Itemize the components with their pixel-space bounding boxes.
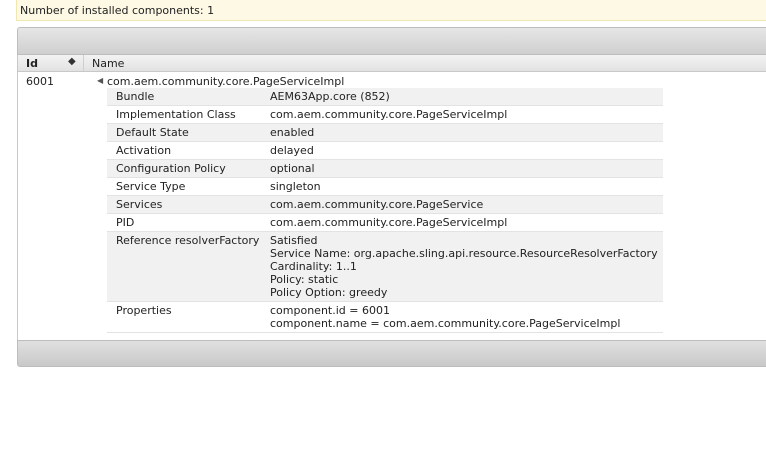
detail-row: Default State enabled — [107, 123, 663, 142]
detail-row: Reference resolverFactory Satisfied Servic… — [107, 231, 663, 302]
detail-value: singleton — [261, 177, 663, 196]
detail-value: com.aem.community.core.PageService — [261, 195, 663, 214]
detail-value-line: com.aem.community.core.PageService — [270, 198, 484, 211]
expand-arrow-icon[interactable]: ◀ — [97, 76, 103, 85]
component-id: 6001 — [26, 75, 54, 88]
detail-key: Configuration Policy — [107, 159, 261, 178]
detail-row: PID com.aem.community.core.PageServiceImp… — [107, 213, 663, 232]
detail-key: Services — [107, 195, 261, 214]
detail-value: Satisfied Service Name: org.apache.sling.… — [261, 231, 663, 302]
component-list: 6001 ◀ com.aem.community.core.PageServic… — [17, 72, 766, 340]
detail-value-line: component.name = com.aem.community.core.… — [270, 317, 621, 330]
table-header: Id ◆ Name — [17, 55, 766, 72]
detail-row: Services com.aem.community.core.PageServi… — [107, 195, 663, 214]
detail-value: com.aem.community.core.PageServiceImpl — [261, 105, 663, 124]
detail-row: Activation delayed — [107, 141, 663, 160]
detail-value-line: component.id = 6001 — [270, 304, 390, 317]
detail-key: Bundle — [107, 88, 261, 106]
component-details-table: Bundle AEM63App.core (852) Implementation … — [107, 88, 663, 333]
detail-key: Activation — [107, 141, 261, 160]
detail-row: Bundle AEM63App.core (852) — [107, 88, 663, 106]
column-header-name[interactable]: Name — [92, 57, 124, 70]
detail-value-line: com.aem.community.core.PageServiceImpl — [270, 216, 508, 229]
detail-value: delayed — [261, 141, 663, 160]
bottom-toolbar — [17, 340, 766, 367]
detail-value-line: singleton — [270, 180, 321, 193]
detail-key: Properties — [107, 301, 261, 333]
detail-key: Implementation Class — [107, 105, 261, 124]
component-name-link[interactable]: com.aem.community.core.PageServiceImpl — [107, 75, 344, 88]
detail-value-line: optional — [270, 162, 315, 175]
detail-key: Reference resolverFactory — [107, 231, 261, 302]
detail-key: Service Type — [107, 177, 261, 196]
detail-value-line: Policy Option: greedy — [270, 286, 388, 299]
detail-value: com.aem.community.core.PageServiceImpl — [261, 213, 663, 232]
status-text: Number of installed components: 1 — [20, 4, 215, 17]
column-header-id[interactable]: Id — [26, 57, 38, 70]
detail-value-line: Cardinality: 1..1 — [270, 260, 357, 273]
detail-row: Properties component.id = 6001 component.n… — [107, 301, 663, 333]
top-toolbar — [17, 27, 766, 55]
detail-key: Default State — [107, 123, 261, 142]
status-message: Number of installed components: 1 — [16, 0, 766, 21]
detail-row: Configuration Policy optional — [107, 159, 663, 178]
detail-key: PID — [107, 213, 261, 232]
detail-value-line: Policy: static — [270, 273, 339, 286]
sort-icon[interactable]: ◆ — [68, 56, 76, 67]
detail-value: optional — [261, 159, 663, 178]
detail-row: Implementation Class com.aem.community.co… — [107, 105, 663, 124]
detail-value-line: delayed — [270, 144, 314, 157]
detail-value: component.id = 6001 component.name = com.… — [261, 301, 663, 333]
detail-row: Service Type singleton — [107, 177, 663, 196]
detail-value-line: AEM63App.core (852) — [270, 90, 390, 103]
detail-value: AEM63App.core (852) — [261, 88, 663, 106]
detail-value-line: com.aem.community.core.PageServiceImpl — [270, 108, 508, 121]
detail-value-line: Satisfied — [270, 234, 318, 247]
detail-value: enabled — [261, 123, 663, 142]
detail-value-line: enabled — [270, 126, 315, 139]
column-divider — [83, 55, 84, 71]
detail-value-line: Service Name: org.apache.sling.api.resou… — [270, 247, 658, 260]
